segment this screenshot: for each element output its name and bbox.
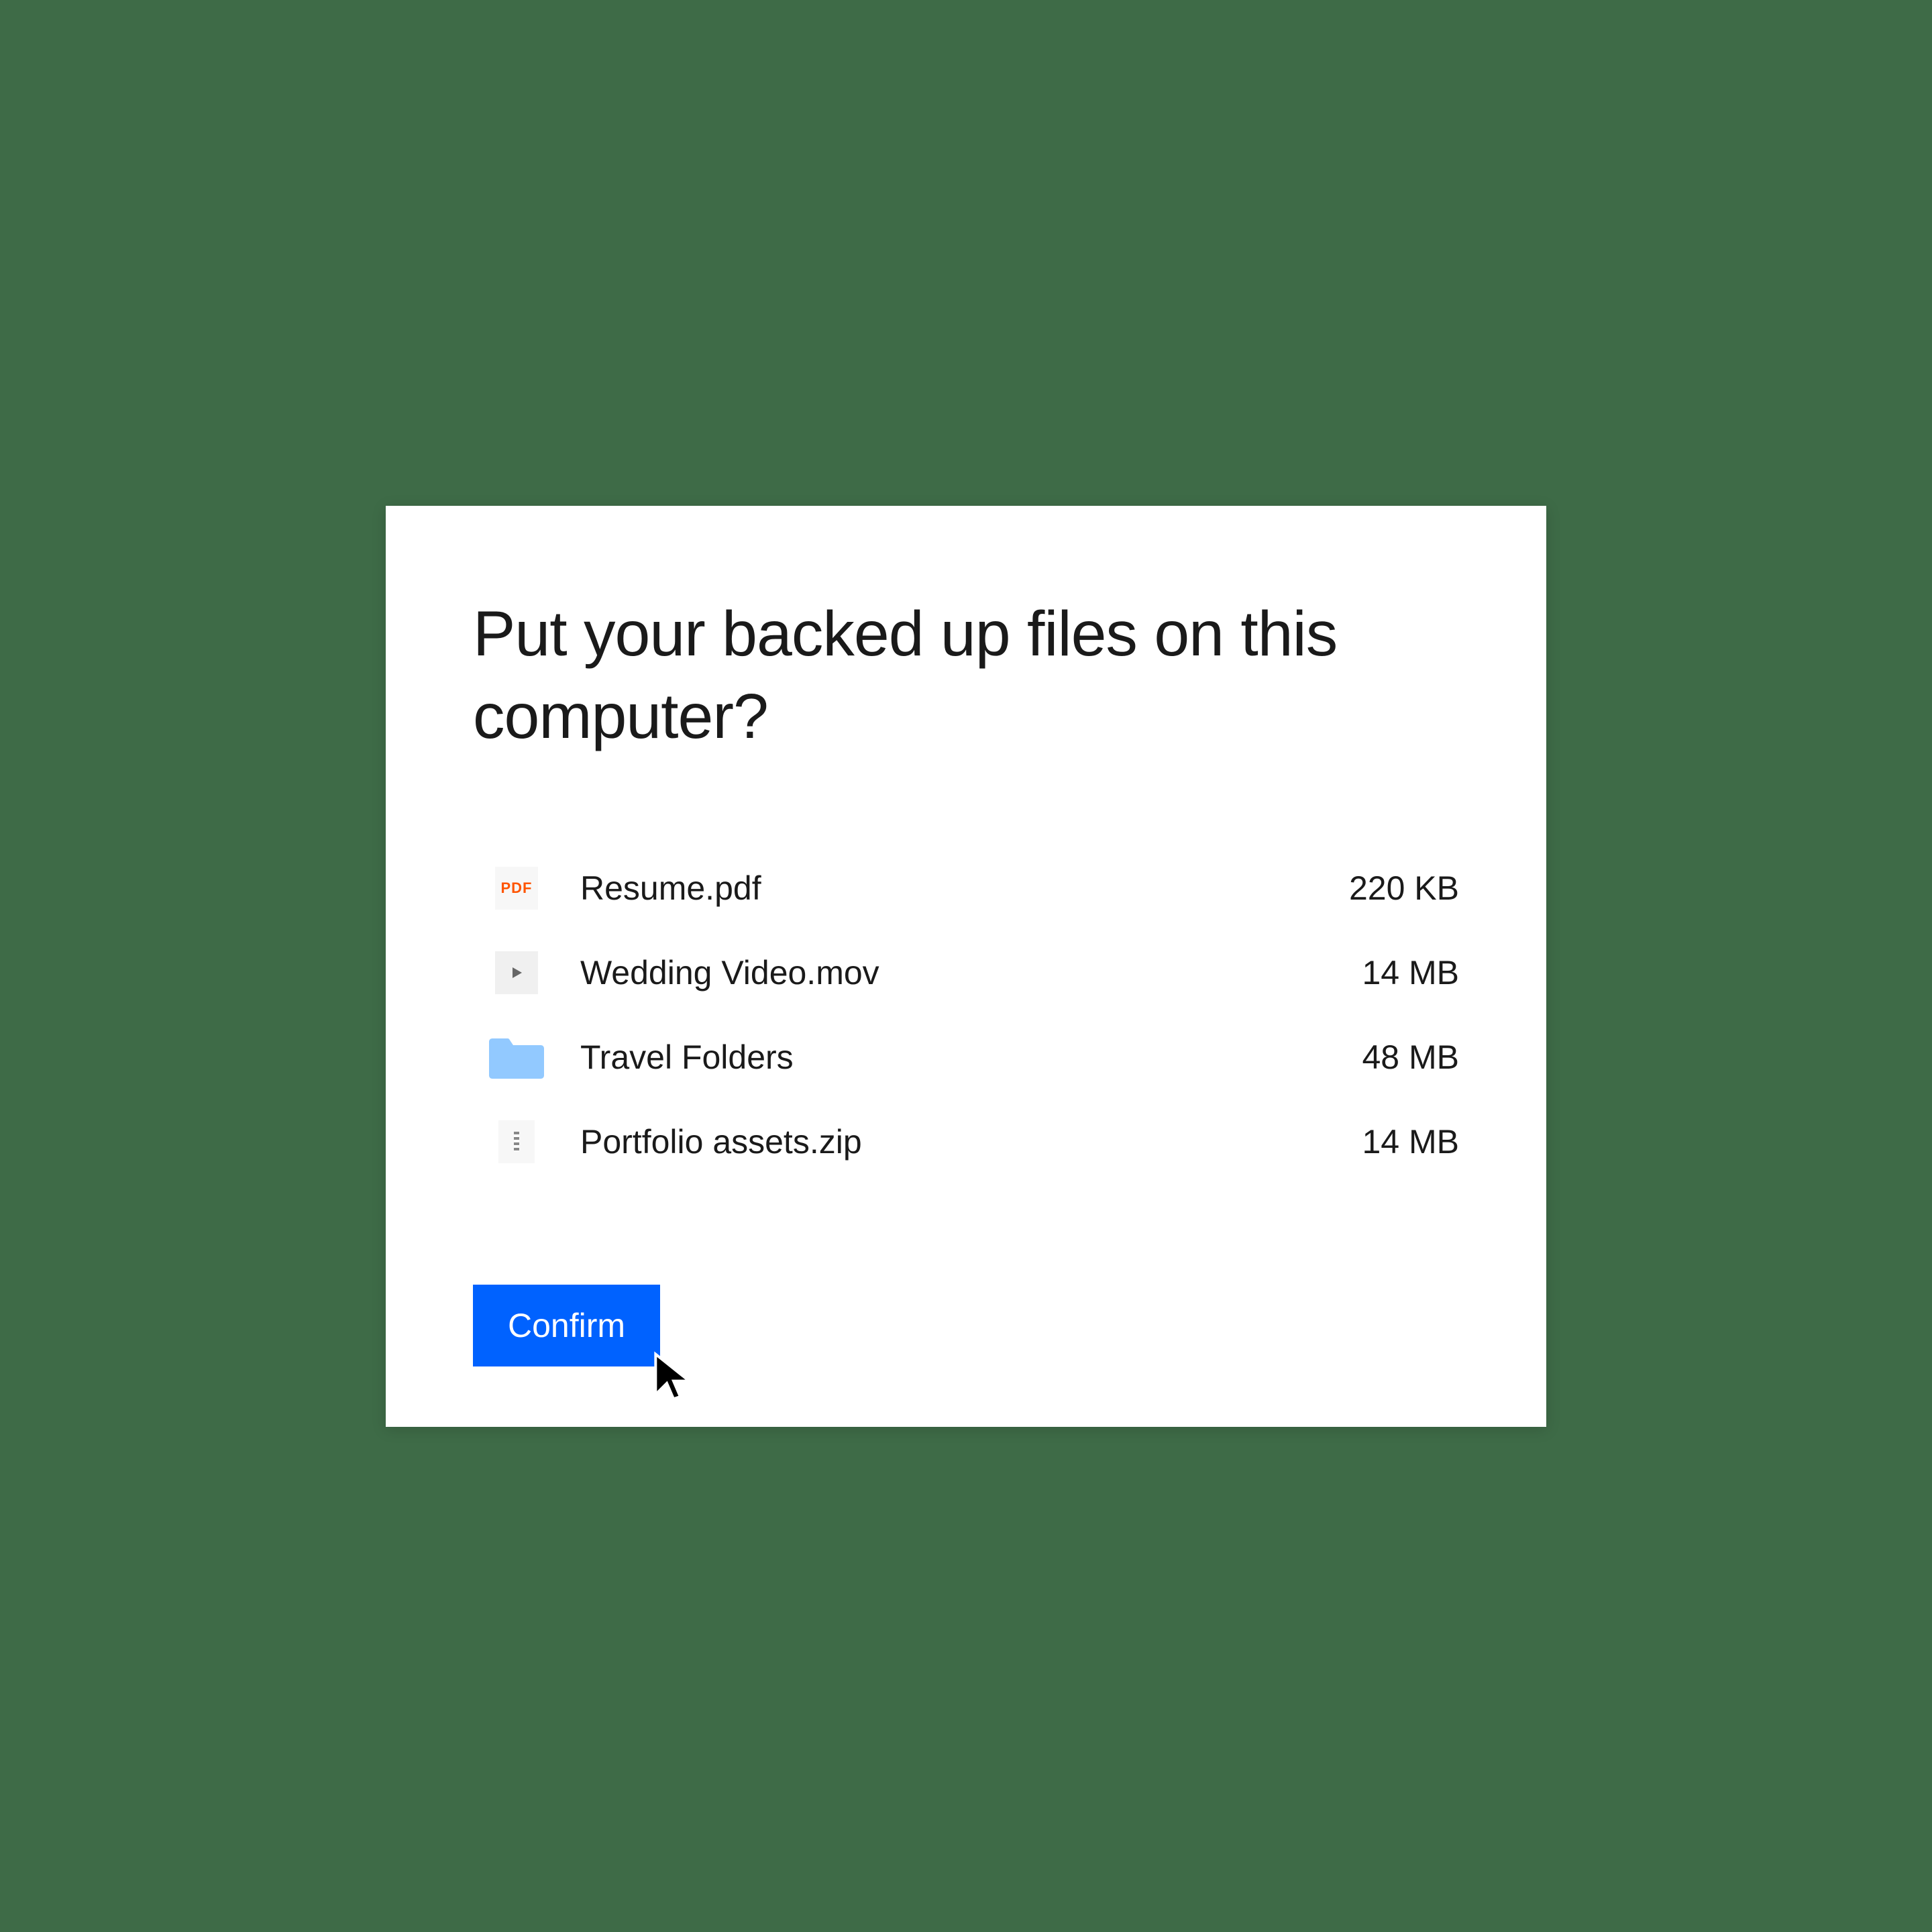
file-list: PDF Resume.pdf 220 KB Wedding Video.mov … [473,846,1459,1184]
file-size: 14 MB [1362,953,1459,992]
file-row: Portfolio assets.zip 14 MB [486,1099,1459,1184]
file-row: Wedding Video.mov 14 MB [486,930,1459,1015]
dialog-title: Put your backed up files on this compute… [473,593,1459,759]
file-name: Portfolio assets.zip [580,1122,1362,1161]
file-size: 220 KB [1349,869,1459,908]
file-name: Resume.pdf [580,869,1349,908]
file-row: PDF Resume.pdf 220 KB [486,846,1459,930]
play-icon [486,949,547,996]
confirm-button[interactable]: Confirm [473,1285,660,1366]
pdf-icon: PDF [486,865,547,912]
file-name: Travel Folders [580,1038,1362,1077]
zip-icon [486,1118,547,1165]
file-row: Travel Folders 48 MB [486,1015,1459,1099]
file-size: 48 MB [1362,1038,1459,1077]
restore-files-dialog: Put your backed up files on this compute… [386,506,1546,1427]
file-name: Wedding Video.mov [580,953,1362,992]
file-size: 14 MB [1362,1122,1459,1161]
folder-icon [486,1034,547,1081]
